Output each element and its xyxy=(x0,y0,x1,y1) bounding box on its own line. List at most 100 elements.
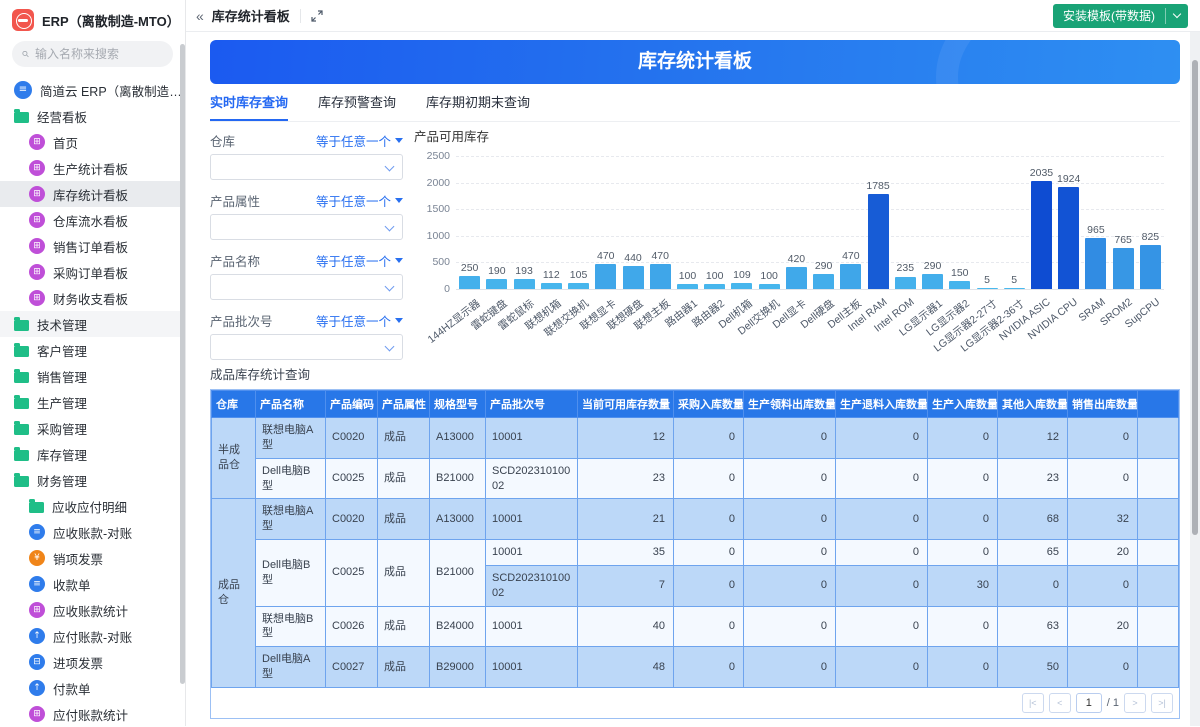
sidebar-scrollbar[interactable] xyxy=(180,44,185,684)
sidebar-item-19[interactable]: ≡收款单 xyxy=(0,571,185,597)
sidebar-item-23[interactable]: ↑付款单 xyxy=(0,675,185,701)
filter-select[interactable] xyxy=(210,274,403,300)
page-number-input[interactable]: 1 xyxy=(1076,693,1102,713)
sidebar-item-18[interactable]: ¥销项发票 xyxy=(0,545,185,571)
filter-operator-link[interactable]: 等于任意一个 xyxy=(316,191,403,210)
sidebar-search[interactable] xyxy=(12,41,173,67)
table-cell: SCD20231010002 xyxy=(486,565,578,606)
table-cell: 0 xyxy=(744,540,836,566)
sidebar-item-8[interactable]: ⊞财务收支看板 xyxy=(0,285,185,311)
sidebar-item-11[interactable]: 销售管理 xyxy=(0,363,185,389)
prev-page-button[interactable]: < xyxy=(1049,693,1071,713)
column-header: 仓库 xyxy=(212,391,256,418)
filter-operator-link[interactable]: 等于任意一个 xyxy=(316,131,403,150)
bar-LG显示器2-27寸[interactable] xyxy=(977,288,998,289)
bar-SupCPU[interactable] xyxy=(1140,245,1161,289)
sidebar-item-10[interactable]: 客户管理 xyxy=(0,337,185,363)
sidebar-item-15[interactable]: 财务管理 xyxy=(0,467,185,493)
page-tab-title[interactable]: 库存统计看板 xyxy=(212,6,290,25)
bar-雷蛇键盘[interactable] xyxy=(486,279,507,289)
filter-select[interactable] xyxy=(210,154,403,180)
bar-联想交换机[interactable] xyxy=(568,283,589,289)
bar-Dell机箱[interactable] xyxy=(731,283,752,289)
sidebar-item-14[interactable]: 库存管理 xyxy=(0,441,185,467)
table-row[interactable]: Dell电脑B型C0025成品B21000SCD2023101000223000… xyxy=(212,458,1179,499)
bar-Dell硬盘[interactable] xyxy=(813,274,834,289)
bar-Dell交换机[interactable] xyxy=(759,284,780,289)
collapse-sidebar-icon[interactable]: « xyxy=(196,8,204,24)
sidebar-item-24[interactable]: ⊞应付账款统计 xyxy=(0,701,185,727)
filter-select[interactable] xyxy=(210,214,403,240)
sidebar-item-label: 经营看板 xyxy=(37,107,87,126)
page-total-label: / 1 xyxy=(1107,697,1119,709)
table-cell: 7 xyxy=(578,565,674,606)
sidebar-item-6[interactable]: ⊞销售订单看板 xyxy=(0,233,185,259)
table-row[interactable]: 成品仓联想电脑A型C0020成品A13000100012100006832 xyxy=(212,499,1179,540)
sidebar-item-12[interactable]: 生产管理 xyxy=(0,389,185,415)
next-page-button[interactable]: > xyxy=(1124,693,1146,713)
bar-路由器2[interactable] xyxy=(704,284,725,289)
install-template-button[interactable]: 安装模板(带数据) xyxy=(1053,4,1188,28)
first-page-button[interactable]: |< xyxy=(1022,693,1044,713)
filter-operator-link[interactable]: 等于任意一个 xyxy=(316,251,403,270)
table-row[interactable]: Dell电脑A型C0027成品B2900010001480000500 xyxy=(212,647,1179,688)
sidebar-item-13[interactable]: 采购管理 xyxy=(0,415,185,441)
sidebar-item-9[interactable]: 技术管理 xyxy=(0,311,185,337)
bar-Intel ROM[interactable] xyxy=(895,277,916,290)
table-cell: 联想电脑A型 xyxy=(256,499,326,540)
sidebar-item-2[interactable]: ⊞首页 xyxy=(0,129,185,155)
bar-路由器1[interactable] xyxy=(677,284,698,289)
sidebar-item-7[interactable]: ⊞采购订单看板 xyxy=(0,259,185,285)
table-cell: 23 xyxy=(578,458,674,499)
column-header: 产品名称 xyxy=(256,391,326,418)
bar-联想硬盘[interactable] xyxy=(623,266,644,289)
bar-NVIDIA CPU[interactable] xyxy=(1058,187,1079,289)
sidebar-item-1[interactable]: 经营看板 xyxy=(0,103,185,129)
sidebar-item-16[interactable]: 应收应付明细 xyxy=(0,493,185,519)
tab-0[interactable]: 实时库存查询 xyxy=(210,92,288,121)
sidebar-item-label: 客户管理 xyxy=(37,341,87,360)
table-cell: B29000 xyxy=(430,647,486,688)
table-cell: 21 xyxy=(578,499,674,540)
install-template-label[interactable]: 安装模板(带数据) xyxy=(1053,4,1165,28)
bar-联想显卡[interactable] xyxy=(595,264,616,289)
sidebar-item-21[interactable]: ↑应付账款-对账 xyxy=(0,623,185,649)
sidebar-item-22[interactable]: ⊟进项发票 xyxy=(0,649,185,675)
table-row[interactable]: 联想电脑B型C0026成品B24000100014000006320 xyxy=(212,606,1179,647)
filter-operator-text: 等于任意一个 xyxy=(316,191,391,210)
dashboard-icon: ⊞ xyxy=(29,212,45,228)
bar-Dell主板[interactable] xyxy=(840,264,861,289)
sidebar-item-4[interactable]: ⊞库存统计看板 xyxy=(0,181,185,207)
filter-select[interactable] xyxy=(210,334,403,360)
folder-icon xyxy=(14,424,29,435)
bar-NVIDIA ASIC[interactable] xyxy=(1031,181,1052,289)
column-header: 产品编码 xyxy=(326,391,378,418)
sidebar-item-0[interactable]: ≡简道云 ERP（离散制造-MTO） xyxy=(0,77,185,103)
sidebar-item-17[interactable]: ≡应收账款-对账 xyxy=(0,519,185,545)
tab-2[interactable]: 库存期初期末查询 xyxy=(426,92,530,121)
main-scrollbar-thumb[interactable] xyxy=(1192,60,1198,535)
bar-value-label: 1924 xyxy=(1046,173,1092,185)
column-header: 产品批次号 xyxy=(486,391,578,418)
table-cell: 63 xyxy=(998,606,1068,647)
bar-联想机箱[interactable] xyxy=(541,283,562,289)
table-cell: B21000 xyxy=(430,540,486,607)
table-cell: 30 xyxy=(928,565,998,606)
bar-144HZ显示器[interactable] xyxy=(459,276,480,289)
fullscreen-icon[interactable] xyxy=(311,10,323,22)
last-page-button[interactable]: >| xyxy=(1151,693,1173,713)
filter-operator-link[interactable]: 等于任意一个 xyxy=(316,311,403,330)
bar-SROM2[interactable] xyxy=(1113,248,1134,289)
bar-Intel RAM[interactable] xyxy=(868,194,889,289)
search-input[interactable] xyxy=(35,47,163,61)
sidebar-item-20[interactable]: ⊞应收账款统计 xyxy=(0,597,185,623)
tab-1[interactable]: 库存预警查询 xyxy=(318,92,396,121)
table-row[interactable]: Dell电脑B型C0025成品B21000100013500006520 xyxy=(212,540,1179,566)
sidebar-item-5[interactable]: ⊞仓库流水看板 xyxy=(0,207,185,233)
sidebar-item-3[interactable]: ⊞生产统计看板 xyxy=(0,155,185,181)
table-row[interactable]: 半成品仓联想电脑A型C0020成品A1300010001120000120 xyxy=(212,418,1179,459)
sidebar-item-label: 销售订单看板 xyxy=(53,237,128,256)
sidebar-item-label: 生产统计看板 xyxy=(53,159,128,178)
install-dropdown-button[interactable] xyxy=(1166,4,1188,28)
bar-LG显示器2-36寸[interactable] xyxy=(1004,288,1025,289)
